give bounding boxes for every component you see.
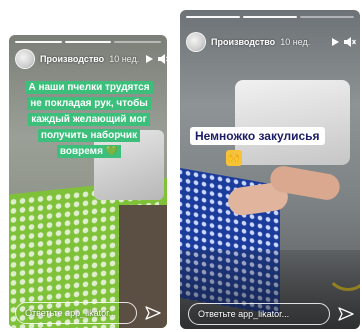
reply-input[interactable]: Ответьте app_likator...	[15, 302, 137, 324]
send-icon[interactable]	[145, 306, 161, 320]
progress-bar	[243, 16, 297, 18]
timestamp: 10 нед.	[109, 54, 140, 64]
story-controls	[144, 54, 167, 64]
progress-bar	[15, 41, 62, 43]
avatar[interactable]	[186, 32, 206, 52]
progress-bars	[15, 41, 162, 43]
emoji-sticker: 🙌	[226, 150, 242, 166]
story-card-right[interactable]: Производство 10 нед. Немножко закулисья …	[180, 10, 360, 329]
mute-icon[interactable]	[158, 54, 167, 64]
reply-bar: Ответьте app_likator...	[188, 303, 354, 325]
story-caption: А наши пчелки трудятся не покладая рук, …	[23, 79, 155, 159]
mute-icon[interactable]	[344, 37, 356, 47]
progress-bar	[64, 41, 112, 43]
send-icon[interactable]	[338, 307, 354, 321]
reply-input[interactable]: Ответьте app_likator...	[188, 303, 330, 325]
story-caption: Немножко закулисья	[190, 127, 325, 145]
timestamp: 10 нед.	[280, 37, 311, 47]
story-controls	[330, 37, 356, 47]
username[interactable]: Производство	[211, 37, 275, 47]
progress-bar	[114, 41, 162, 43]
caption-text: Немножко закулисья	[190, 127, 325, 145]
story-header: Производство 10 нед.	[186, 32, 356, 52]
username[interactable]: Производство	[40, 54, 104, 64]
progress-bar	[186, 16, 240, 18]
play-icon[interactable]	[144, 54, 154, 64]
story-header: Производство 10 нед.	[15, 49, 167, 69]
avatar[interactable]	[15, 49, 35, 69]
play-icon[interactable]	[330, 37, 340, 47]
progress-bar	[300, 16, 354, 18]
progress-bars	[186, 16, 354, 18]
reply-bar: Ответьте app_likator...	[15, 302, 161, 324]
scene-sewing-machine	[235, 80, 350, 165]
caption-text: А наши пчелки трудятся не покладая рук, …	[25, 81, 153, 158]
story-card-left[interactable]: Производство 10 нед. А наши пчелки трудя…	[9, 35, 167, 328]
